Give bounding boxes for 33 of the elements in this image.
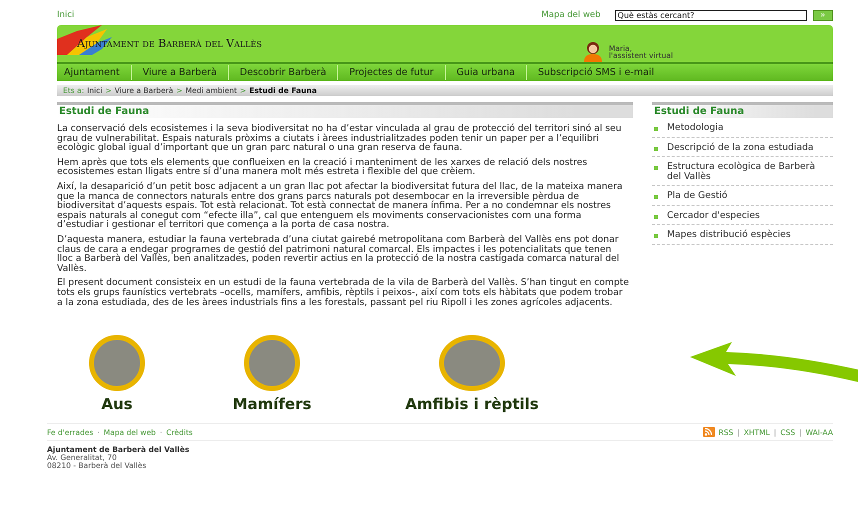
sitemap-link[interactable]: Mapa del web (541, 10, 601, 20)
body-paragraph: D’aquesta manera, estudiar la fauna vertebrada d’una ciutat gairebé metropolitana com Barberà del Vallès ens pot donar claus de cara a endegar programes de gestió del patrimoni natural comarcal. Els impactes i les potencialitats que tenen lloc a Barberà del Vallès, ben analitzades, poden revertir actius en la protecció de la nostra castigada comarca natural del Vallès. (57, 234, 620, 274)
sidebar-link[interactable]: Mapes distribució espècies (667, 230, 827, 240)
bullet-icon (654, 234, 658, 238)
category-link[interactable]: Mamífers (232, 395, 312, 414)
section-title: Estudi de Fauna (57, 102, 633, 118)
nav-tab[interactable]: Viure a Barberà (132, 65, 229, 80)
body-paragraph: La conservació dels ecosistemes i la seva biodiversitat no ha d’estar vinculada al grau de protecció del territori sinó al seu grau de vulnerabilitat. Espais naturals pròxims a ciutats i àrees industrialitzades poden tenir un paper per a l’equilibri ecològic global igual d’important que un gran parc natural o una gran reserva de fauna. (57, 124, 622, 153)
bullet-icon (654, 166, 658, 170)
nav-tab[interactable]: Subscripció SMS i e-mail (527, 65, 666, 80)
bullet-icon (654, 146, 658, 150)
sidebar-title: Estudi de Fauna (652, 102, 833, 118)
nav-tab[interactable]: Projectes de futur (338, 65, 446, 80)
nav-tab[interactable]: Ajuntament (57, 65, 132, 80)
category-link[interactable]: Amfibis i rèptils (405, 395, 539, 414)
bullet-icon (654, 127, 658, 131)
rss-icon[interactable] (702, 427, 715, 438)
sidebar-link[interactable]: Descripció de la zona estudiada (667, 142, 827, 152)
sidebar-link[interactable]: Cercador d'especies (667, 210, 827, 220)
body-paragraph: Així, la desaparició d’un petit bosc adjacent a un gran llac pot afectar la biodiversitat futura del llac, de la mateixa manera que la manca de connectors naturals entre dos grans parcs naturals pot desembocar en la irreversible pèrdua de biodiversitat d’aquests espais. Tot està relacionat. Tot està connectat de manera ínfima. Per a no condemnar els nostres espais naturals al conegut com “efecte illa”, cal que entenguem els moviments conservacionistes com una forma d’estudiar i gestionar el territori que comença a la porta de casa nostra. (57, 182, 624, 230)
bullet-icon (654, 214, 658, 218)
nav-tab[interactable]: Descobrir Barberà (228, 65, 338, 80)
sidebar-link[interactable]: Metodologia (667, 123, 827, 132)
home-link[interactable]: Inici (57, 10, 74, 20)
category-link[interactable]: Aus (101, 395, 133, 414)
body-paragraph: El present document consisteix en un estudi de la fauna vertebrada de la vila de Barberà del Vallès. S’han tingut en compte tots els grups faunístics vertebrats –ocells, mamífers, amfibis, rèptils i peixos-, així com tots els hàbitats que podem trobar a la zona estudiada, des de les àrees industrials fins a les forestals, passant pel riu Ripoll i les zones agrícoles adjacents. (57, 278, 630, 308)
sidebar-link[interactable]: Pla de Gestió (667, 191, 827, 200)
body-paragraph: Hem après que tots els elements que conflueixen en la creació i manteniment de les xarxes de relació dels nostres ecosistemes estan lligats entre sí d’una manera molt més estreta i flexible del que crèiem. (57, 158, 588, 177)
sidebar-link[interactable]: Estructura ecològica de Barberà del Vallès (667, 162, 827, 181)
bullet-icon (654, 195, 658, 199)
nav-tab[interactable]: Guia urbana (446, 65, 527, 80)
assistant-avatar-icon (582, 40, 604, 62)
search-field[interactable]: Què estàs cercant? (614, 10, 807, 20)
